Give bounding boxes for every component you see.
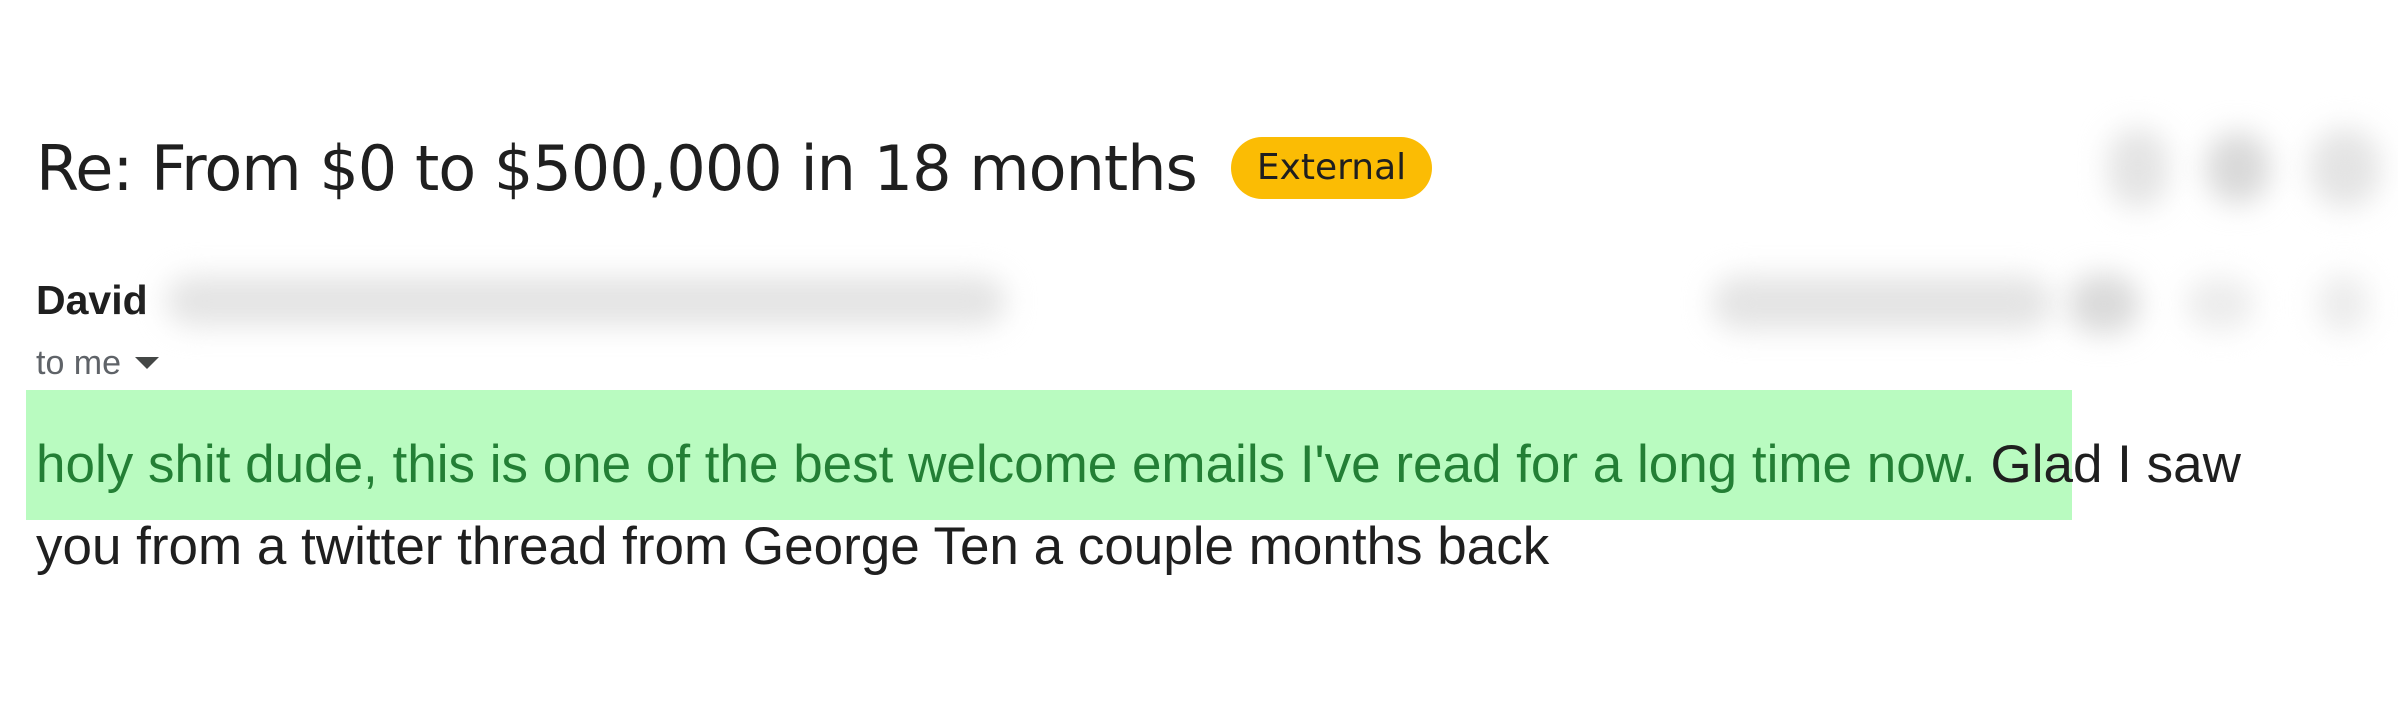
body-line-1-rest: Glad I saw [1975, 435, 2241, 494]
email-subject: Re: From $0 to $500,000 in 18 months [36, 131, 1198, 205]
timestamp-redacted [1712, 276, 2052, 330]
sender-email-redacted [166, 276, 1006, 326]
sender-name[interactable]: David [36, 277, 148, 324]
more-icon[interactable] [2318, 274, 2368, 334]
sender-row: David [36, 272, 148, 328]
recipient-toggle[interactable]: to me [36, 338, 160, 388]
external-badge: External [1230, 137, 1433, 199]
star-icon[interactable] [2068, 274, 2140, 334]
body-line-2: you from a twitter thread from George Te… [36, 517, 1550, 576]
caret-down-icon [135, 357, 160, 369]
highlighted-sentence: holy shit dude, this is one of the best … [36, 435, 1976, 494]
recipient-label: to me [36, 343, 122, 382]
email-body: holy shit dude, this is one of the best … [36, 424, 2366, 588]
print-icon[interactable] [2108, 128, 2168, 208]
body-line-1: holy shit dude, this is one of the best … [36, 424, 2366, 506]
open-new-window-icon[interactable] [2206, 132, 2270, 204]
more-options-icon[interactable] [2310, 128, 2380, 208]
subject-row: Re: From $0 to $500,000 in 18 months Ext… [36, 128, 1433, 208]
reply-icon[interactable] [2186, 278, 2254, 330]
